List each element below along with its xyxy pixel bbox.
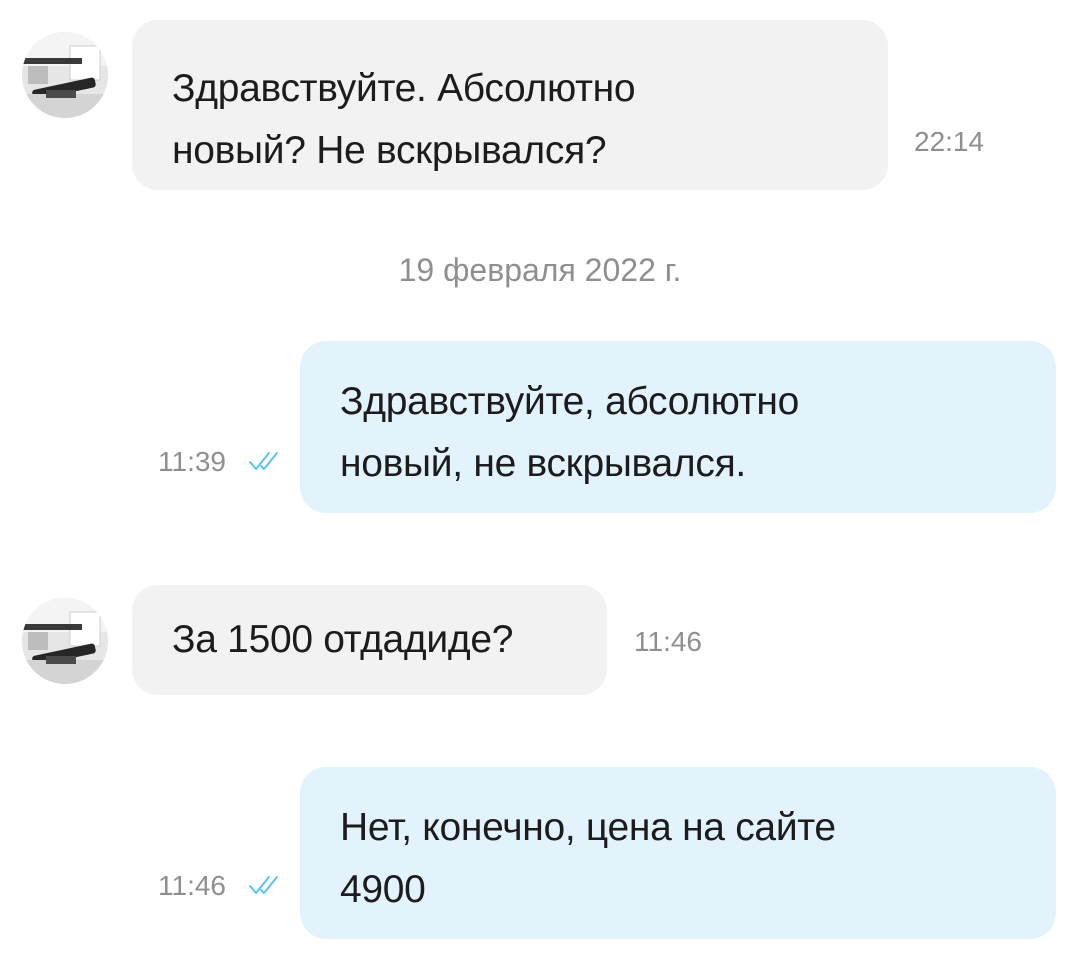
message-time: 11:46 (158, 870, 226, 901)
double-check-read-icon (249, 452, 278, 470)
message-time: 11:46 (634, 626, 702, 657)
sender-avatar[interactable] (22, 598, 108, 684)
message-bubble-incoming[interactable]: Здравствуйте. Абсолютно новый? Не вскрыв… (132, 20, 888, 190)
message-bubble-incoming[interactable]: За 1500 отдадиде? (132, 585, 607, 695)
message-text: Здравствуйте, абсолютно новый, не вскрыв… (340, 380, 799, 485)
message-time: 22:14 (914, 126, 985, 157)
message-text: Нет, конечно, цена на сайте 4900 (340, 806, 836, 911)
message-time: 11:39 (158, 446, 226, 477)
message-bubble-outgoing[interactable]: Нет, конечно, цена на сайте 4900 (300, 767, 1056, 939)
avatar-photo-icon (22, 32, 108, 118)
message-text: За 1500 отдадиде? (172, 618, 514, 661)
double-check-read-icon (249, 876, 278, 894)
chat-thread: Здравствуйте. Абсолютно новый? Не вскрыв… (0, 0, 1080, 973)
avatar-photo-icon (22, 598, 108, 684)
message-text: Здравствуйте. Абсолютно новый? Не вскрыв… (172, 67, 636, 172)
date-separator: 19 февраля 2022 г. (398, 252, 682, 288)
message-bubble-outgoing[interactable]: Здравствуйте, абсолютно новый, не вскрыв… (300, 341, 1056, 513)
sender-avatar[interactable] (22, 32, 108, 118)
